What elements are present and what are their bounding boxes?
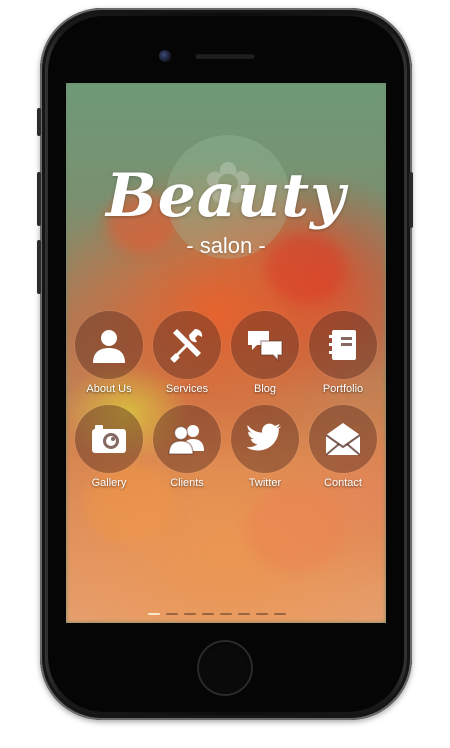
front-camera: [159, 50, 171, 62]
notebook-icon: [329, 330, 356, 360]
menu-item-label: Contact: [324, 477, 362, 489]
home-button[interactable]: [197, 640, 253, 696]
chat-icon: [248, 331, 283, 362]
app-title: Beauty: [106, 161, 346, 231]
app-screen: ✿ Beauty - salon - About Us Services Blo…: [66, 83, 386, 623]
earpiece-speaker: [195, 53, 255, 59]
page-indicator: [148, 613, 308, 617]
menu-item-about-us[interactable]: About Us: [70, 311, 148, 407]
menu-item-services[interactable]: Services: [148, 311, 226, 407]
page-dot[interactable]: [166, 613, 178, 615]
users-icon: [168, 425, 204, 455]
menu-item-circle: [75, 311, 143, 379]
page-dot[interactable]: [202, 613, 214, 615]
volume-down-button: [37, 240, 41, 294]
menu-item-gallery[interactable]: Gallery: [70, 405, 148, 501]
menu-item-blog[interactable]: Blog: [226, 311, 304, 407]
menu-item-twitter[interactable]: Twitter: [226, 405, 304, 501]
menu-item-label: Gallery: [91, 477, 127, 489]
app-subtitle: - salon -: [186, 233, 266, 258]
menu-item-circle: [153, 405, 221, 473]
menu-item-circle: [309, 405, 377, 473]
tools-icon: [170, 329, 203, 363]
page-dot[interactable]: [220, 613, 232, 615]
menu-item-contact[interactable]: Contact: [304, 405, 382, 501]
menu-item-circle: [231, 311, 299, 379]
menu-item-label: Clients: [170, 477, 204, 489]
page-dot[interactable]: [238, 613, 250, 615]
volume-up-button: [37, 172, 41, 226]
menu-item-portfolio[interactable]: Portfolio: [304, 311, 382, 407]
page-dot[interactable]: [256, 613, 268, 615]
mute-switch: [37, 108, 41, 136]
page-dot[interactable]: [184, 613, 196, 615]
power-button: [409, 172, 413, 228]
menu-item-label: Services: [165, 383, 209, 395]
menu-item-circle: [309, 311, 377, 379]
camera-icon: [92, 425, 126, 453]
menu-item-label: Blog: [253, 383, 277, 395]
menu-item-clients[interactable]: Clients: [148, 405, 226, 501]
menu-item-label: Twitter: [248, 477, 282, 489]
twitter-bird-icon: [246, 423, 282, 451]
menu-item-circle: [75, 405, 143, 473]
menu-item-circle: [153, 311, 221, 379]
user-icon: [93, 330, 125, 363]
menu-item-circle: [231, 405, 299, 473]
page-dot[interactable]: [274, 613, 286, 615]
page-dot[interactable]: [148, 613, 160, 615]
envelope-icon: [325, 423, 361, 456]
menu-item-label: Portfolio: [322, 383, 364, 395]
menu-item-label: About Us: [86, 383, 132, 395]
